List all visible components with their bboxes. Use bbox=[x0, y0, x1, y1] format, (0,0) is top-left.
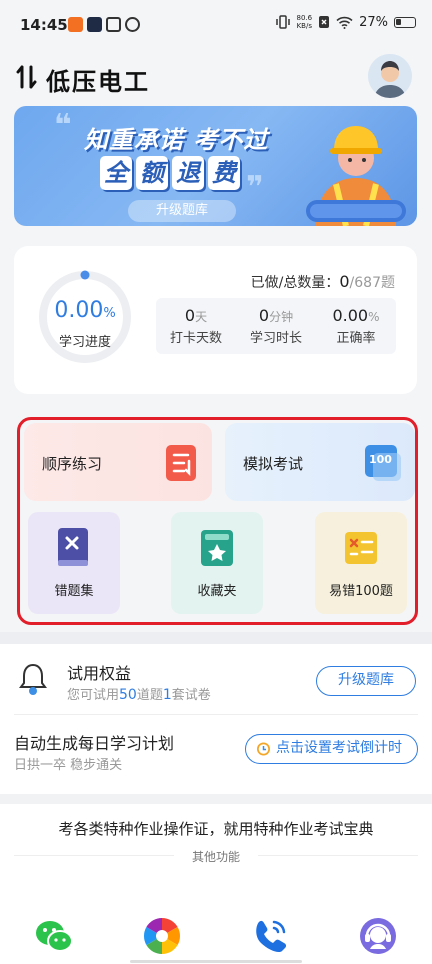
calendar-notification-icon bbox=[106, 17, 121, 32]
switch-subject-icon[interactable] bbox=[16, 64, 38, 90]
study-plan-subtitle: 日拱一卒 稳步通关 bbox=[14, 758, 123, 773]
battery-icon bbox=[394, 16, 416, 28]
stat-value: 0.00 bbox=[332, 306, 369, 325]
battery-percent: 27% bbox=[359, 14, 388, 30]
page-title[interactable]: 低压电工 bbox=[46, 62, 150, 97]
banner-char: 费 bbox=[208, 156, 240, 190]
bell-icon bbox=[19, 663, 47, 695]
stat-label: 学习时长 bbox=[249, 331, 302, 346]
mock-exam-label: 模拟考试 bbox=[243, 455, 304, 473]
wifi-icon bbox=[336, 16, 353, 29]
trial-paper-count: 1 bbox=[162, 687, 172, 703]
stat-label: 正确率 bbox=[336, 331, 376, 346]
promo-slogan: 考各类特种作业操作证，就用特种作业考试宝典 bbox=[58, 820, 374, 838]
progress-card: 0.00% 学习进度 已做/总数量：0/687题 0天 打卡天数 0分钟 学习时… bbox=[14, 246, 417, 394]
stat-label: 打卡天数 bbox=[169, 331, 222, 346]
quote-mark-right: ❞ bbox=[246, 170, 264, 205]
study-progress-label: 学习进度 bbox=[58, 335, 111, 350]
app-notification-icon bbox=[68, 17, 83, 32]
error-prone-button[interactable]: 易错100题 bbox=[315, 512, 407, 614]
user-avatar-icon bbox=[368, 54, 412, 98]
divider-right bbox=[258, 855, 418, 856]
mock-exam-button[interactable]: 模拟考试 100 bbox=[225, 423, 415, 501]
trial-subtitle: 您可试用50道题1套试卷 bbox=[67, 684, 211, 703]
speed-value: 80.6 bbox=[296, 14, 313, 22]
promo-banner[interactable]: ❝ ❞ 知重承诺 考不过 全 额 退 费 升级题库 bbox=[14, 106, 417, 226]
exam-score-icon: 100 bbox=[365, 445, 401, 481]
speed-unit: KB/s bbox=[296, 22, 312, 30]
network-speed: 80.6 KB/s bbox=[297, 14, 313, 30]
banner-headline: 知重承诺 考不过 bbox=[84, 126, 269, 154]
progress-unit: % bbox=[103, 306, 116, 321]
app-header: 低压电工 bbox=[0, 52, 432, 102]
stat-unit: 天 bbox=[195, 310, 208, 324]
link-notification-icon bbox=[125, 17, 140, 32]
star-folder-icon bbox=[201, 530, 233, 566]
trial-text: 您可试用 bbox=[67, 688, 120, 703]
divider bbox=[14, 714, 418, 715]
other-functions-label: 其他功能 bbox=[191, 850, 240, 864]
svg-text:100: 100 bbox=[369, 453, 392, 466]
section-divider bbox=[0, 794, 432, 804]
worker-illustration bbox=[306, 126, 406, 226]
banner-refund-text: 全 额 退 费 bbox=[100, 156, 240, 190]
trial-text: 套试卷 bbox=[171, 688, 211, 703]
count-label: 已做/总数量： bbox=[250, 275, 340, 291]
wrong-book-icon bbox=[58, 528, 88, 566]
count-total: /687题 bbox=[349, 275, 395, 291]
banner-char: 额 bbox=[136, 156, 168, 190]
count-done: 0 bbox=[339, 272, 350, 291]
countdown-label: 点击设置考试倒计时 bbox=[276, 740, 402, 756]
stat-accuracy: 0.00% 正确率 bbox=[316, 298, 396, 354]
stats-panel: 0天 打卡天数 0分钟 学习时长 0.00% 正确率 bbox=[156, 298, 396, 354]
error-prone-label: 易错100题 bbox=[329, 584, 393, 599]
trial-title: 试用权益 bbox=[67, 664, 132, 683]
stat-unit: % bbox=[368, 310, 380, 324]
stat-checkin-days: 0天 打卡天数 bbox=[156, 298, 236, 354]
exam-countdown-button[interactable]: 点击设置考试倒计时 bbox=[245, 734, 418, 764]
trial-text: 道题 bbox=[136, 688, 163, 703]
favorites-button[interactable]: 收藏夹 bbox=[171, 512, 263, 614]
question-count: 已做/总数量：0/687题 bbox=[251, 272, 395, 292]
progress-number: 0.00 bbox=[54, 298, 104, 323]
alarm-clock-icon bbox=[257, 742, 270, 756]
notification-icons bbox=[68, 17, 140, 32]
home-indicator[interactable] bbox=[130, 960, 302, 963]
stat-value: 0 bbox=[184, 306, 196, 325]
sequential-practice-icon bbox=[166, 445, 196, 481]
error-prone-icon bbox=[345, 532, 377, 564]
banner-char: 退 bbox=[172, 156, 204, 190]
wrong-questions-button[interactable]: 错题集 bbox=[28, 512, 120, 614]
customer-service-icon[interactable] bbox=[358, 916, 398, 956]
trial-section: 试用权益 您可试用50道题1套试卷 升级题库 自动生成每日学习计划 日拱一卒 稳… bbox=[0, 644, 432, 794]
status-time: 14:45 bbox=[20, 16, 68, 34]
stat-value: 0 bbox=[258, 306, 270, 325]
vibrate-icon bbox=[275, 15, 290, 29]
phone-icon[interactable] bbox=[250, 916, 290, 956]
play-notification-icon bbox=[87, 17, 102, 32]
quote-mark-left: ❝ bbox=[54, 108, 72, 143]
study-progress-value: 0.00% bbox=[36, 298, 134, 323]
trial-question-count: 50 bbox=[119, 687, 137, 703]
banner-char: 全 bbox=[100, 156, 132, 190]
photo-share-icon[interactable] bbox=[142, 916, 182, 956]
wechat-icon[interactable] bbox=[34, 916, 74, 956]
section-divider bbox=[0, 632, 432, 644]
stat-study-time: 0分钟 学习时长 bbox=[236, 298, 316, 354]
sequential-practice-button[interactable]: 顺序练习 bbox=[24, 423, 212, 501]
stat-unit: 分钟 bbox=[269, 310, 294, 324]
status-bar: 14:45 80.6 KB/s 27% bbox=[0, 0, 432, 52]
practice-modules: 顺序练习 模拟考试 100 错题集 收藏夹 易错100题 bbox=[17, 417, 418, 625]
footer-section: 考各类特种作业操作证，就用特种作业考试宝典 其他功能 bbox=[0, 804, 432, 964]
no-sim-icon bbox=[319, 16, 330, 28]
banner-upgrade-button[interactable]: 升级题库 bbox=[128, 200, 236, 222]
favorites-label: 收藏夹 bbox=[197, 584, 237, 599]
study-plan-title: 自动生成每日学习计划 bbox=[14, 734, 175, 753]
avatar[interactable] bbox=[368, 54, 412, 98]
sequential-practice-label: 顺序练习 bbox=[42, 455, 103, 473]
wrong-questions-label: 错题集 bbox=[54, 584, 94, 599]
upgrade-question-bank-button[interactable]: 升级题库 bbox=[316, 666, 416, 696]
